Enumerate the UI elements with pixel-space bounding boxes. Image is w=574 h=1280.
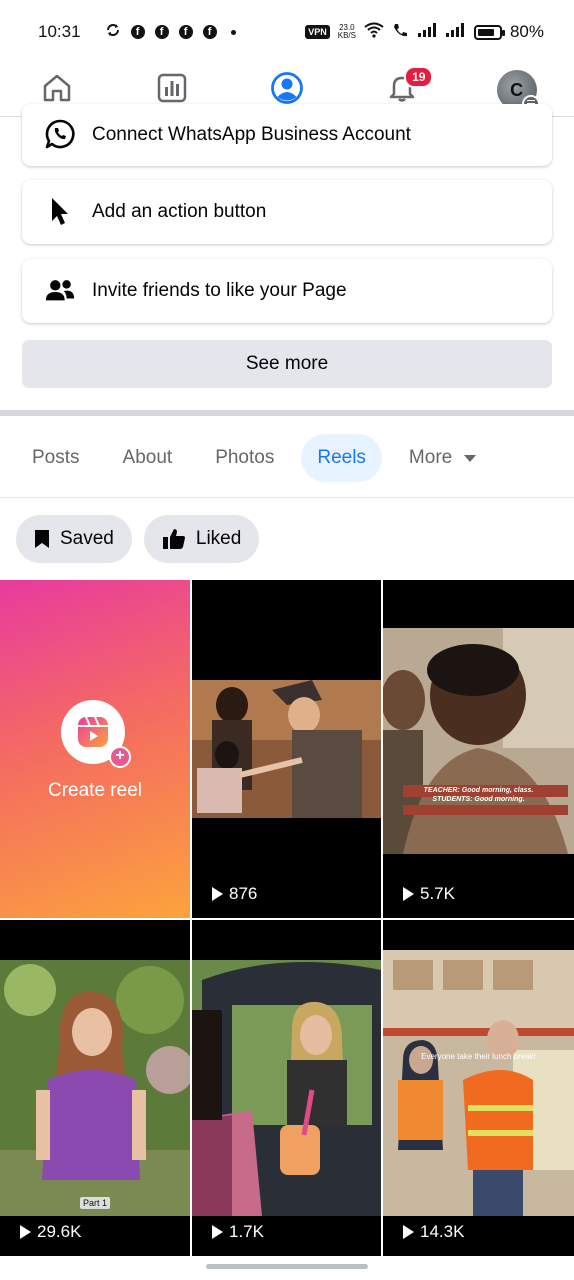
page-tabs: Posts About Photos Reels More [16,434,503,482]
status-time: 10:31 [38,22,81,41]
facebook-notification-icon: f [130,25,145,39]
cursor-icon [44,196,76,228]
reel-thumbnail[interactable]: Everyone take their lunch break! 14.3K [383,920,574,1256]
reel-thumbnail[interactable]: 876 [192,580,381,918]
tab-more-label: More [408,447,453,468]
play-icon [20,1225,31,1239]
facebook-notification-icon: f [178,25,193,39]
notification-badge: 19 [404,66,434,88]
facebook-notification-icon: f [154,25,169,39]
bookmark-icon [34,529,50,549]
reel-preview-image [383,580,574,918]
battery-level [477,28,494,36]
view-count: 876 [212,884,257,904]
view-count: 14.3K [403,1222,464,1242]
tab-about[interactable]: About [107,434,189,482]
connect-whatsapp-card[interactable]: Connect WhatsApp Business Account [22,104,552,166]
view-count: 1.7K [212,1222,264,1242]
signal-icon [445,22,466,42]
liked-label: Liked [195,528,242,549]
wifi-calling-icon [392,22,410,43]
reel-filters: Saved Liked [16,515,260,563]
add-action-button-card[interactable]: Add an action button [22,180,552,244]
signal-icon [417,22,438,42]
home-indicator[interactable] [206,1264,368,1269]
wifi-icon [364,22,384,43]
reels-icon: + [61,700,131,768]
invite-friends-label: Invite friends to like your Page [92,280,347,301]
video-caption: TEACHER: Good morning, class. STUDENTS: … [423,787,534,803]
saved-filter-chip[interactable]: Saved [16,515,132,563]
tab-more[interactable]: More [393,434,492,482]
sync-icon [105,22,121,43]
connect-whatsapp-label: Connect WhatsApp Business Account [92,124,411,145]
section-divider [0,410,574,416]
people-icon [44,275,76,307]
see-more-button[interactable]: See more [22,340,552,388]
tabs-divider [0,497,574,498]
reel-preview-image [383,920,574,1256]
add-action-button-label: Add an action button [92,201,267,222]
home-icon [41,72,73,109]
caret-down-icon [464,454,477,462]
view-count: 5.7K [403,884,455,904]
video-caption: Everyone take their lunch break! [421,1052,536,1061]
play-icon [403,887,414,901]
reels-grid: + Create reel 876 TEACHER: Good morning,… [0,580,574,1256]
invite-friends-card[interactable]: Invite friends to like your Page [22,259,552,323]
vpn-icon: VPN [305,25,330,39]
reel-thumbnail[interactable]: 1.7K [192,920,381,1256]
saved-label: Saved [60,528,114,549]
tab-photos[interactable]: Photos [199,434,290,482]
thumbs-up-icon [162,528,186,550]
whatsapp-icon [44,118,76,150]
dashboard-icon [156,72,188,109]
reel-preview-image [192,920,381,1256]
tab-reels[interactable]: Reels [301,434,382,482]
plus-icon: + [109,746,131,768]
reel-thumbnail[interactable]: TEACHER: Good morning, class. STUDENTS: … [383,580,574,918]
reel-preview-image [192,580,381,918]
network-speed: 23.0 KB/S [337,23,356,40]
liked-filter-chip[interactable]: Liked [143,515,260,563]
battery-icon [473,24,505,40]
view-count: 29.6K [20,1222,81,1242]
play-icon [212,887,223,901]
battery-percent: 80% [509,22,544,41]
create-reel-tile[interactable]: + Create reel [0,580,190,918]
create-reel-label: Create reel [48,780,142,801]
tab-posts[interactable]: Posts [16,434,96,482]
play-icon [212,1225,223,1239]
play-icon [403,1225,414,1239]
more-notifications-icon [230,29,236,35]
facebook-notification-icon: f [202,25,217,39]
reel-thumbnail[interactable]: Part 1 29.6K [0,920,190,1256]
status-bar: 10:31 f f f f VPN 23.0 KB/S 80% [0,0,574,64]
part-tag: Part 1 [80,1197,111,1209]
